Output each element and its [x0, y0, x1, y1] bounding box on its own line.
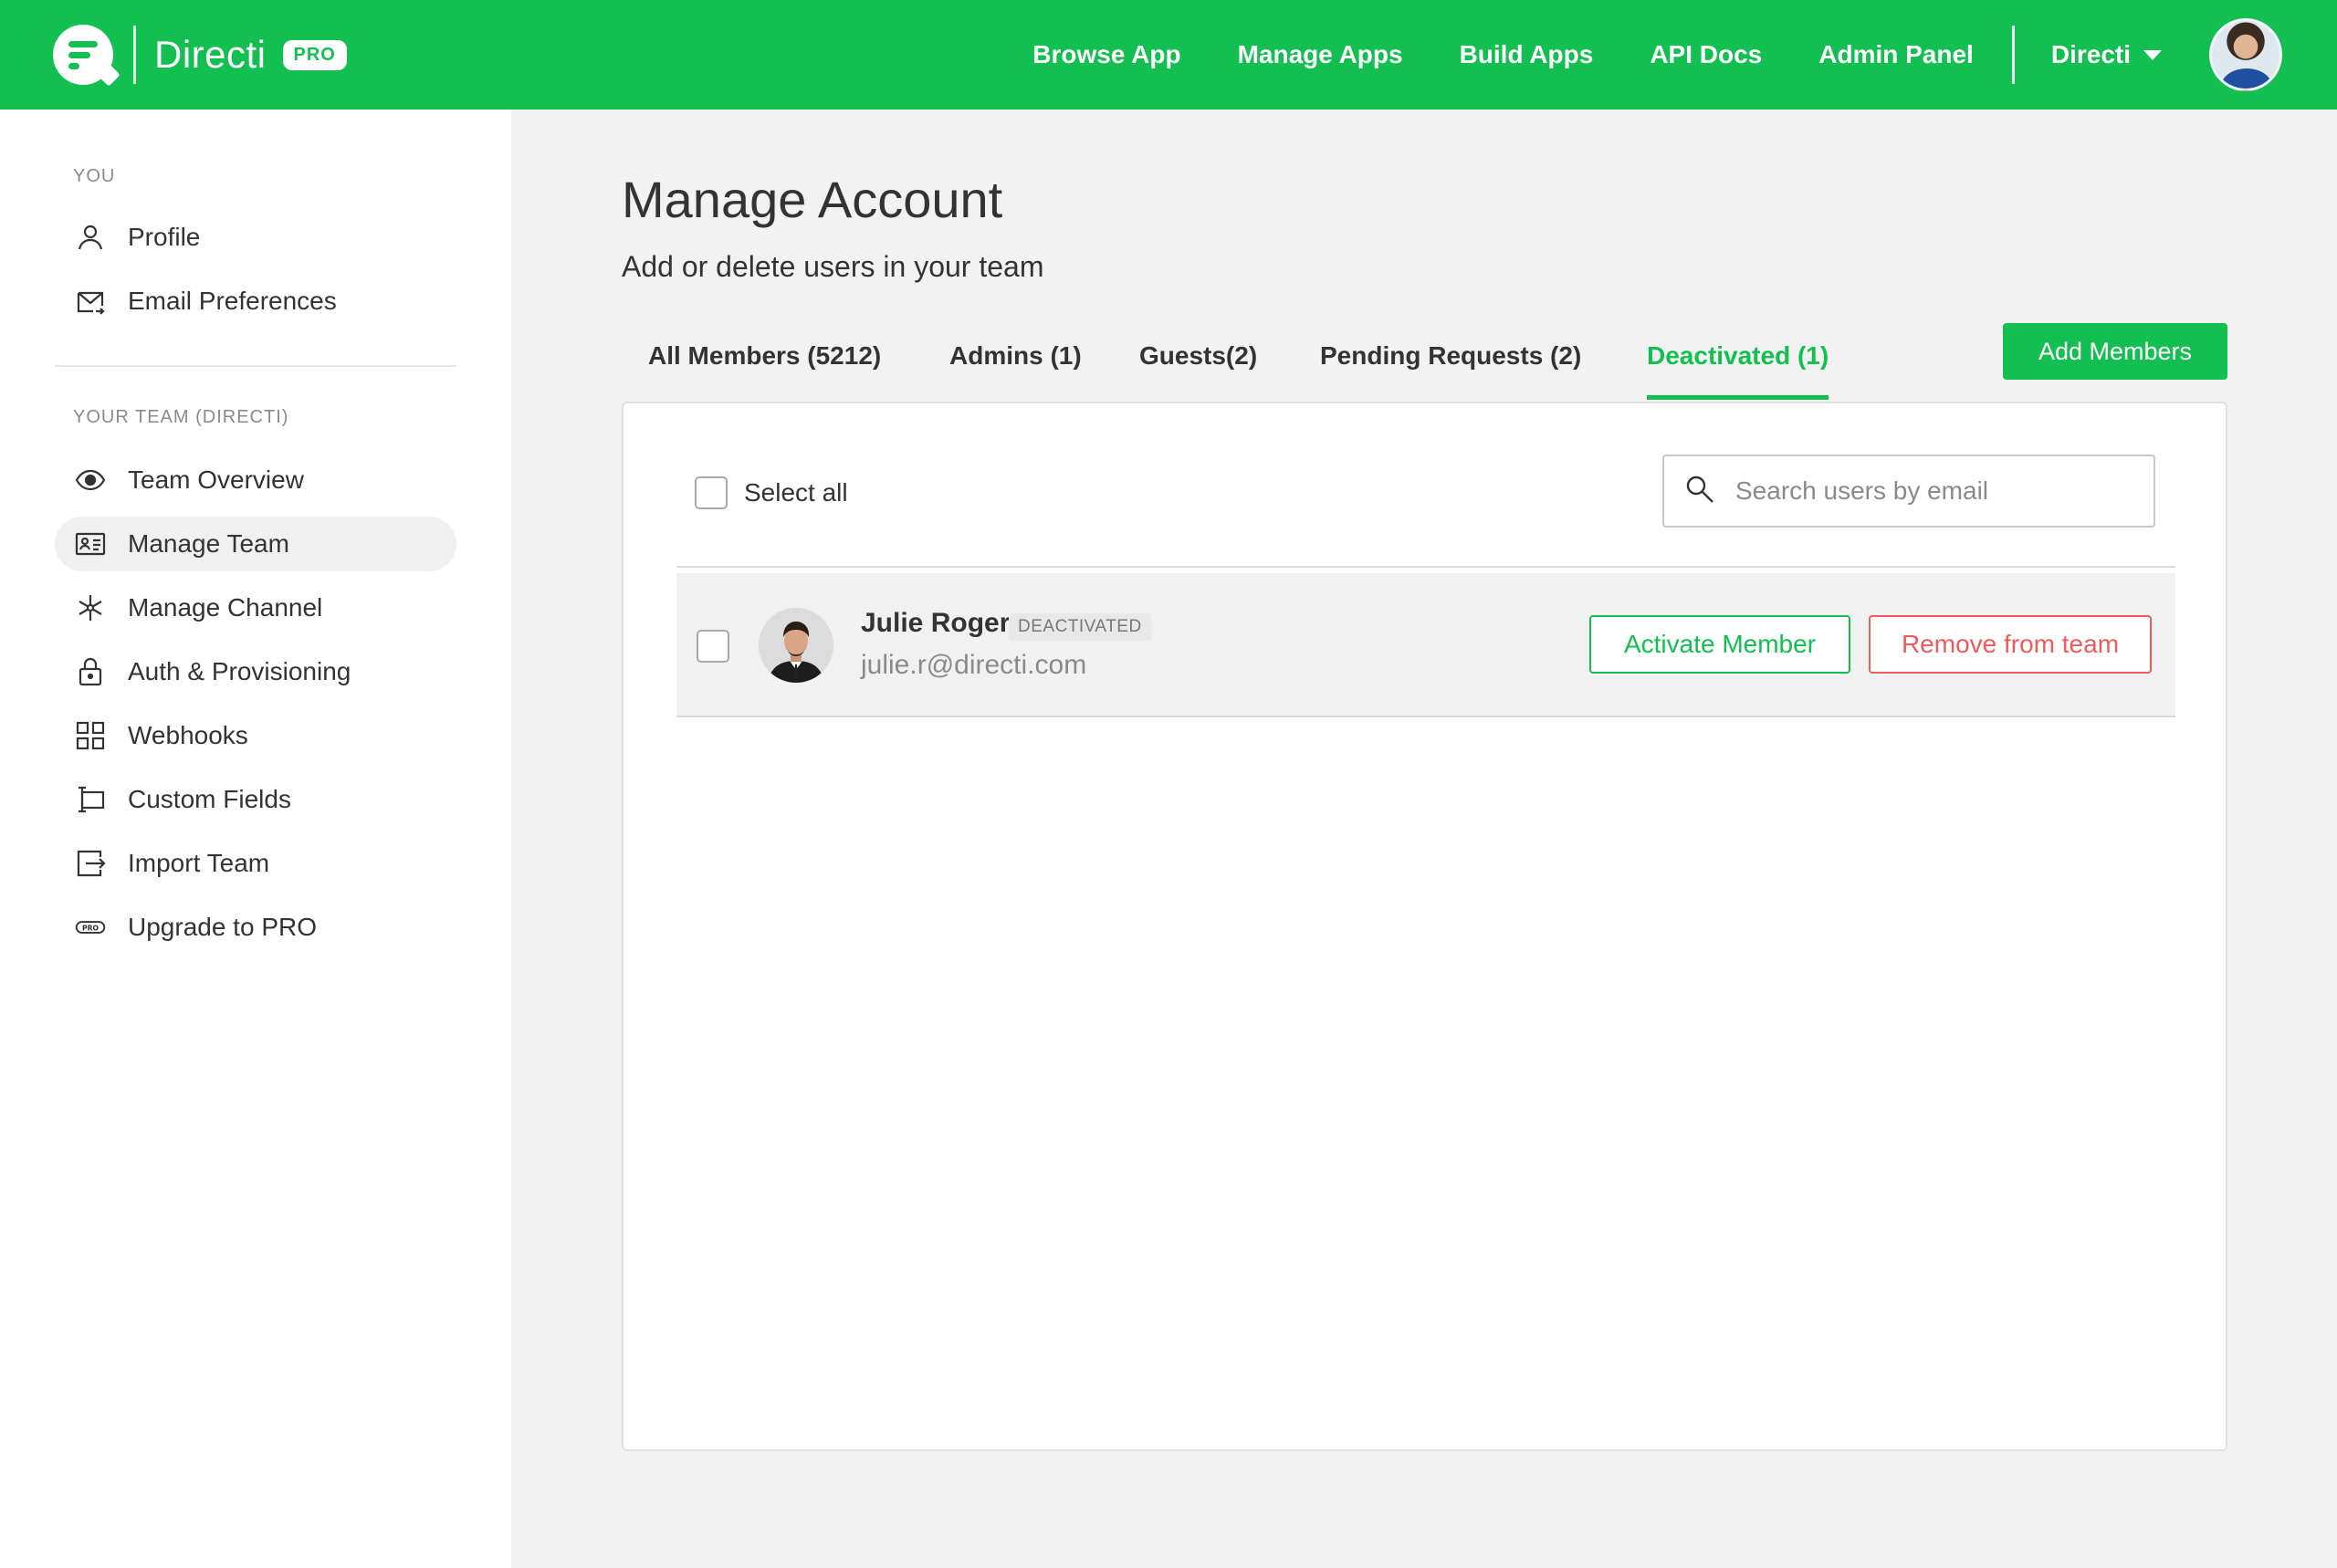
sidebar-item-team-overview[interactable]: Team Overview: [55, 453, 456, 507]
brand[interactable]: Directi PRO: [53, 0, 347, 110]
tab-all-members[interactable]: All Members (5212): [648, 329, 881, 400]
sidebar-item-label: Team Overview: [128, 465, 304, 494]
caret-down-icon: [2143, 49, 2162, 60]
page-title: Manage Account: [622, 171, 1003, 228]
select-all-checkbox[interactable]: [695, 476, 728, 509]
sidebar-item-label: Auth & Provisioning: [128, 657, 351, 685]
members-panel: Select all Julie Roger DEACTIVATED julie…: [622, 402, 2227, 1451]
member-row: Julie Roger DEACTIVATED julie.r@directi.…: [676, 573, 2175, 717]
nav-browse-app[interactable]: Browse App: [1032, 40, 1180, 69]
org-selector[interactable]: Directi: [2051, 40, 2162, 69]
sidebar-item-label: Manage Channel: [128, 593, 323, 622]
add-members-button[interactable]: Add Members: [2003, 323, 2227, 380]
member-email: julie.r@directi.com: [861, 650, 1087, 680]
member-checkbox[interactable]: [697, 630, 729, 663]
list-divider: [676, 566, 2175, 568]
sidebar: YOU Profile Email Preferences YOUR TEAM …: [0, 110, 511, 1568]
avatar: [759, 608, 833, 683]
sidebar-item-label: Profile: [128, 223, 201, 251]
brand-logo-icon: [53, 25, 113, 85]
sidebar-divider: [55, 365, 456, 367]
sidebar-item-upgrade-pro[interactable]: PRO Upgrade to PRO: [55, 900, 456, 955]
brand-name: Directi: [154, 33, 267, 76]
sidebar-item-label: Upgrade to PRO: [128, 913, 317, 941]
user-avatar[interactable]: [2209, 18, 2282, 91]
member-name: Julie Roger: [861, 608, 1011, 638]
sidebar-item-manage-channel[interactable]: Manage Channel: [55, 580, 456, 635]
page-subtitle: Add or delete users in your team: [622, 250, 1044, 283]
sidebar-section-team: YOUR TEAM (DIRECTI): [73, 407, 289, 427]
nav-divider: [2011, 26, 2015, 84]
remove-from-team-button[interactable]: Remove from team: [1869, 615, 2152, 674]
import-icon: [75, 848, 106, 879]
user-icon: [75, 222, 106, 253]
search-box[interactable]: [1662, 455, 2155, 528]
org-selector-label: Directi: [2050, 40, 2131, 68]
sidebar-item-label: Manage Team: [128, 529, 289, 558]
status-badge: DEACTIVATED: [1009, 613, 1151, 641]
id-card-icon: [75, 528, 106, 559]
nav-admin-panel[interactable]: Admin Panel: [1818, 40, 1974, 69]
top-nav: Browse App Manage Apps Build Apps API Do…: [1032, 0, 2337, 110]
sidebar-item-label: Email Preferences: [128, 287, 337, 315]
sidebar-item-import-team[interactable]: Import Team: [55, 836, 456, 891]
asterisk-icon: [75, 592, 106, 623]
mail-icon: [75, 286, 106, 317]
sidebar-section-you: YOU: [73, 166, 116, 186]
select-all[interactable]: Select all: [695, 476, 848, 509]
tab-pending-requests[interactable]: Pending Requests (2): [1320, 329, 1581, 400]
lock-icon: [75, 656, 106, 687]
sidebar-item-manage-team[interactable]: Manage Team: [55, 517, 456, 571]
select-all-label: Select all: [744, 478, 848, 507]
sidebar-item-label: Custom Fields: [128, 785, 291, 813]
pro-icon: PRO: [75, 912, 106, 943]
eye-icon: [75, 465, 106, 496]
svg-text:PRO: PRO: [82, 924, 99, 932]
tab-deactivated[interactable]: Deactivated (1): [1647, 329, 1829, 400]
sidebar-item-email-preferences[interactable]: Email Preferences: [55, 274, 456, 329]
plan-badge: PRO: [282, 39, 347, 70]
nav-build-apps[interactable]: Build Apps: [1460, 40, 1594, 69]
top-navigation-bar: Directi PRO Browse App Manage Apps Build…: [0, 0, 2337, 110]
sidebar-item-label: Import Team: [128, 849, 270, 877]
grid-icon: [75, 720, 106, 751]
sidebar-item-webhooks[interactable]: Webhooks: [55, 708, 456, 763]
sidebar-item-custom-fields[interactable]: Custom Fields: [55, 772, 456, 827]
activate-member-button[interactable]: Activate Member: [1589, 615, 1850, 674]
sidebar-item-auth-provisioning[interactable]: Auth & Provisioning: [55, 644, 456, 699]
nav-api-docs[interactable]: API Docs: [1650, 40, 1762, 69]
tab-guests[interactable]: Guests(2): [1139, 329, 1257, 400]
nav-manage-apps[interactable]: Manage Apps: [1238, 40, 1403, 69]
search-input[interactable]: [1735, 476, 2137, 506]
fields-icon: [75, 784, 106, 815]
tab-admins[interactable]: Admins (1): [949, 329, 1082, 400]
search-icon: [1684, 474, 1715, 509]
sidebar-item-profile[interactable]: Profile: [55, 210, 456, 265]
brand-divider: [133, 26, 136, 84]
sidebar-item-label: Webhooks: [128, 721, 248, 749]
